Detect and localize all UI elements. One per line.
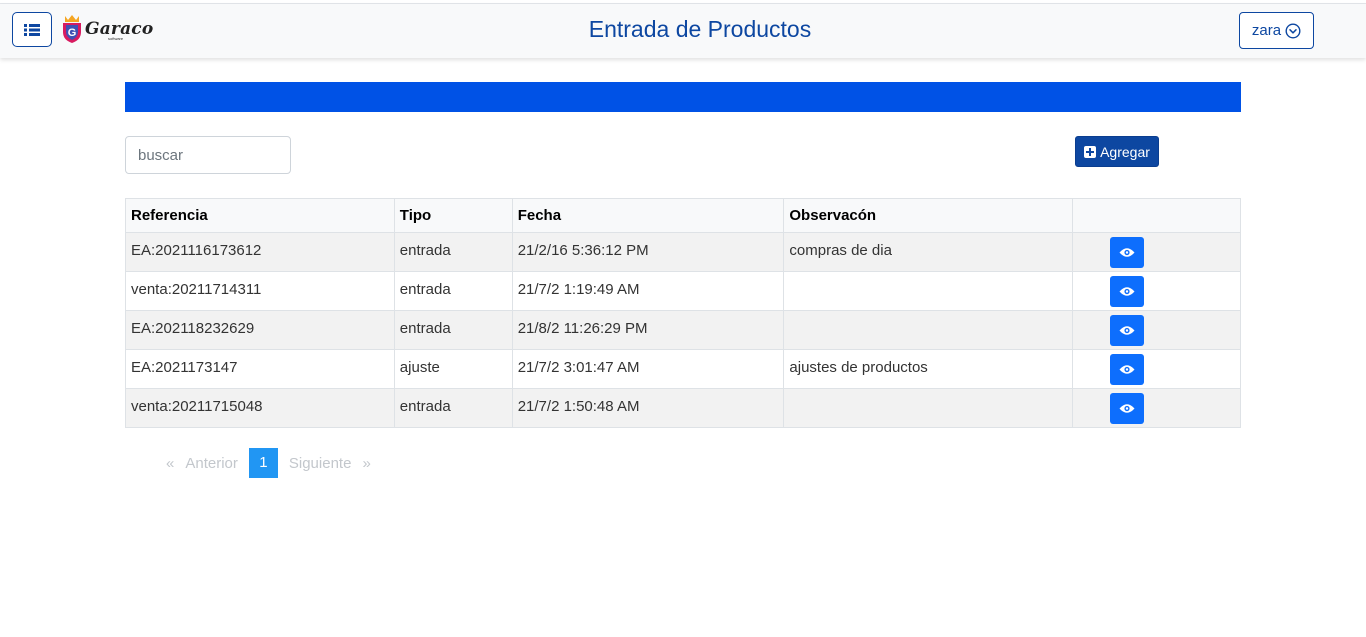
chevron-down-circle-icon — [1285, 22, 1301, 39]
cell-observacion — [783, 310, 1074, 350]
cell-actions — [1072, 310, 1241, 350]
navbar: G Garaco software Entrada de Productos z… — [0, 4, 1366, 58]
eye-icon — [1119, 365, 1135, 374]
table-row: venta:20211715048 entrada 21/7/2 1:50:48… — [125, 388, 1241, 428]
cell-fecha: 21/7/2 1:50:48 AM — [511, 388, 785, 428]
table-header-row: Referencia Tipo Fecha Observacón — [125, 198, 1241, 233]
pagination-previous[interactable]: Anterior — [180, 455, 243, 472]
cell-tipo: ajuste — [393, 349, 513, 389]
cell-referencia: EA:202118232629 — [125, 310, 395, 350]
cell-referencia: EA:2021173147 — [125, 349, 395, 389]
products-entry-table: Referencia Tipo Fecha Observacón EA:2021… — [125, 198, 1241, 428]
cell-fecha: 21/8/2 11:26:29 PM — [511, 310, 785, 350]
cell-fecha: 21/7/2 1:19:49 AM — [511, 271, 785, 311]
page-title: Entrada de Productos — [588, 16, 812, 42]
cell-observacion — [783, 388, 1074, 428]
column-header-tipo[interactable]: Tipo — [393, 198, 513, 233]
view-button[interactable] — [1110, 354, 1145, 385]
cell-fecha: 21/2/16 5:36:12 PM — [511, 232, 785, 272]
plus-square-icon — [1084, 145, 1097, 158]
table-row: EA:202118232629 entrada 21/8/2 11:26:29 … — [125, 310, 1241, 350]
eye-icon — [1119, 248, 1135, 257]
view-button[interactable] — [1110, 315, 1145, 346]
pagination-page-current[interactable]: 1 — [248, 448, 278, 478]
search-input[interactable] — [125, 136, 291, 174]
header-banner — [125, 82, 1241, 112]
eye-icon — [1119, 287, 1135, 296]
cell-referencia: EA:2021116173612 — [125, 232, 395, 272]
table-row: EA:2021173147 ajuste 21/7/2 3:01:47 AM a… — [125, 349, 1241, 389]
table-row: venta:20211714311 entrada 21/7/2 1:19:49… — [125, 271, 1241, 311]
table-row: EA:2021116173612 entrada 21/2/16 5:36:12… — [125, 232, 1241, 272]
cell-referencia: venta:20211715048 — [125, 388, 395, 428]
cell-actions — [1072, 388, 1241, 428]
add-button[interactable]: Agregar — [1075, 136, 1159, 167]
cell-tipo: entrada — [393, 271, 513, 311]
column-header-fecha[interactable]: Fecha — [511, 198, 785, 233]
cell-actions — [1072, 271, 1241, 311]
view-button[interactable] — [1110, 393, 1145, 424]
cell-observacion — [783, 271, 1074, 311]
cell-referencia: venta:20211714311 — [125, 271, 395, 311]
cell-observacion: ajustes de productos — [783, 349, 1074, 389]
column-header-observacion[interactable]: Observacón — [783, 198, 1074, 233]
pagination: « Anterior 1 Siguiente » — [160, 448, 377, 478]
cell-actions — [1072, 349, 1241, 389]
user-menu-button[interactable]: zara — [1239, 12, 1314, 49]
cell-tipo: entrada — [393, 310, 513, 350]
pagination-last[interactable]: » — [356, 455, 376, 472]
cell-fecha: 21/7/2 3:01:47 AM — [511, 349, 785, 389]
cell-tipo: entrada — [393, 232, 513, 272]
eye-icon — [1119, 326, 1135, 335]
cell-observacion: compras de dia — [783, 232, 1074, 272]
view-button[interactable] — [1110, 276, 1145, 307]
cell-tipo: entrada — [393, 388, 513, 428]
pagination-first[interactable]: « — [160, 455, 180, 472]
pagination-next[interactable]: Siguiente — [284, 455, 357, 472]
eye-icon — [1119, 404, 1135, 413]
column-header-actions — [1072, 198, 1241, 233]
cell-actions — [1072, 232, 1241, 272]
user-name: zara — [1251, 22, 1282, 39]
column-header-referencia[interactable]: Referencia — [125, 198, 395, 233]
add-button-label: Agregar — [1100, 143, 1150, 160]
view-button[interactable] — [1110, 237, 1145, 268]
